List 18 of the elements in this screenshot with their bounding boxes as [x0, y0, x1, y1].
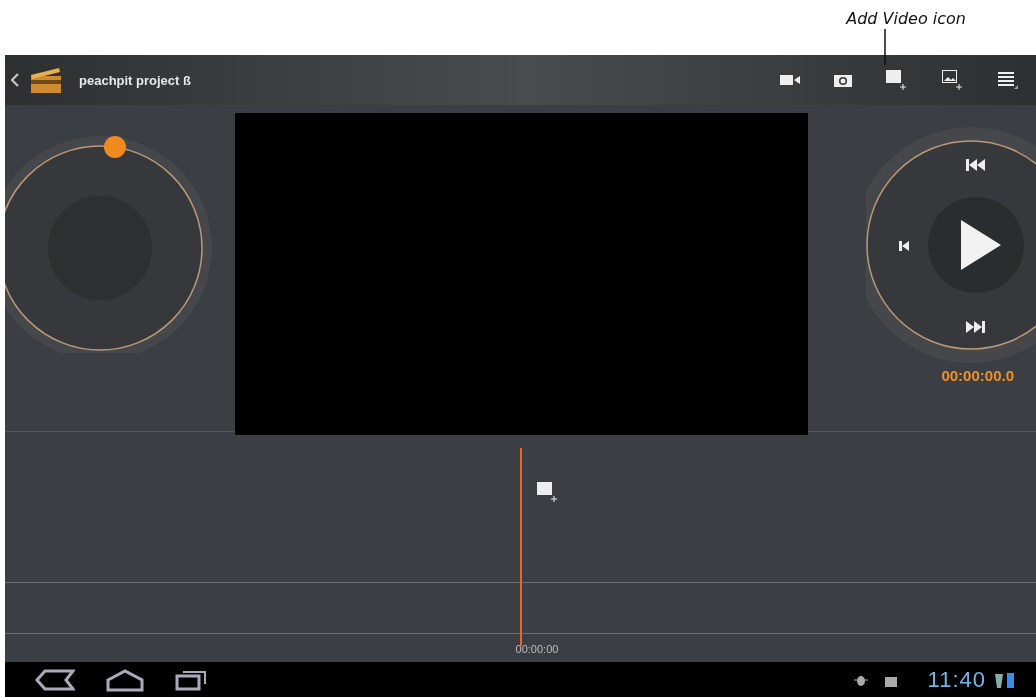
- recent-apps-icon: [175, 668, 207, 691]
- home-icon: [105, 667, 145, 692]
- timeline-timecode: 00:00:00: [515, 643, 559, 655]
- battery-icon: [994, 670, 1016, 689]
- add-video-icon[interactable]: [537, 482, 559, 502]
- menu-icon[interactable]: [998, 71, 1018, 89]
- camera-icon[interactable]: [834, 73, 852, 87]
- add-video-icon[interactable]: [886, 70, 908, 90]
- video-camera-icon[interactable]: [780, 74, 800, 86]
- playback-timecode: 00:00:00.0: [941, 367, 1014, 384]
- project-title: peachpit project ß: [79, 72, 191, 88]
- status-clock: 11:40: [927, 666, 986, 693]
- annotation-label: Add Video icon: [846, 9, 966, 28]
- clapperboard-icon: [29, 66, 63, 94]
- back-icon: [35, 668, 75, 691]
- leader-line: [883, 29, 887, 65]
- back-icon: [11, 73, 19, 87]
- add-image-icon[interactable]: [942, 70, 964, 90]
